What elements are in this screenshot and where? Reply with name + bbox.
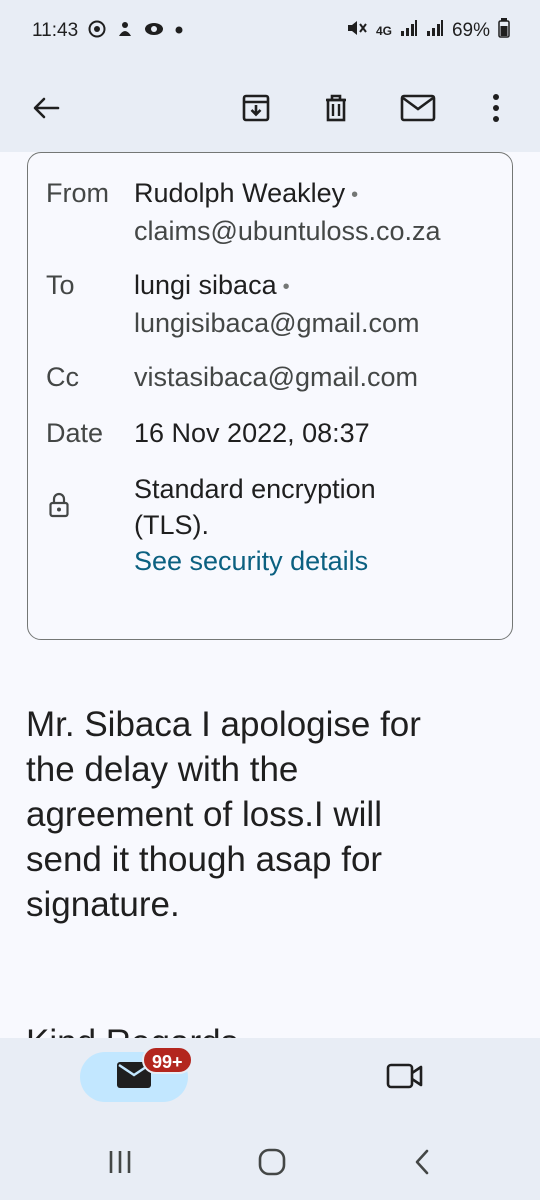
status-left: 11:43 bbox=[32, 20, 184, 43]
game-notification-icon bbox=[144, 21, 164, 42]
message-content: From Rudolph Weakley • claims@ubuntuloss.… bbox=[0, 152, 540, 1038]
signal-1-icon bbox=[400, 19, 418, 43]
home-icon[interactable] bbox=[250, 1142, 294, 1182]
to-label: To bbox=[46, 270, 75, 300]
to-email[interactable]: lungisibaca@gmail.com bbox=[134, 308, 420, 338]
closing-text: Kind Regards bbox=[26, 1020, 238, 1038]
from-value: Rudolph Weakley • claims@ubuntuloss.co.za bbox=[134, 175, 441, 249]
body-line: the delay with the bbox=[26, 750, 299, 789]
archive-icon[interactable] bbox=[228, 80, 284, 136]
system-navigation-bar bbox=[0, 1120, 540, 1200]
date-label: Date bbox=[46, 418, 104, 448]
battery-level: 69% bbox=[451, 20, 490, 41]
trash-icon[interactable] bbox=[308, 80, 364, 136]
arrow-back-icon[interactable] bbox=[18, 80, 74, 136]
app-notification-icon bbox=[116, 20, 134, 43]
video-camera-icon bbox=[386, 1061, 424, 1096]
message-body: Mr. Sibaca I apologise for the delay wit… bbox=[26, 702, 506, 927]
from-row: From Rudolph Weakley • claims@ubuntuloss.… bbox=[46, 175, 502, 247]
more-notifications-dot-icon bbox=[174, 22, 184, 40]
date-value: 16 Nov 2022, 08:37 bbox=[134, 418, 370, 448]
cc-email[interactable]: vistasibaca@gmail.com bbox=[134, 362, 418, 392]
separator-dot: • bbox=[351, 183, 359, 206]
to-value: lungi sibaca • lungisibaca@gmail.com bbox=[134, 267, 420, 341]
encryption-value: Standard encryption (TLS). See security … bbox=[134, 471, 376, 579]
body-line: Mr. Sibaca I apologise for bbox=[26, 705, 421, 744]
to-name[interactable]: lungi sibaca bbox=[134, 270, 277, 300]
message-toolbar bbox=[0, 62, 540, 152]
network-type: 4G bbox=[375, 24, 392, 38]
cc-label: Cc bbox=[46, 362, 79, 392]
encryption-row: Standard encryption (TLS). See security … bbox=[46, 471, 502, 581]
status-time: 11:43 bbox=[32, 20, 79, 41]
mail-icon[interactable] bbox=[390, 80, 446, 136]
unread-count-badge: 99+ bbox=[142, 1046, 193, 1074]
from-label: From bbox=[46, 178, 109, 208]
cc-value: vistasibaca@gmail.com bbox=[134, 359, 418, 395]
body-line: signature. bbox=[26, 885, 180, 924]
encryption-line2: (TLS). bbox=[134, 510, 210, 540]
encryption-line1: Standard encryption bbox=[134, 474, 376, 504]
message-details-card: From Rudolph Weakley • claims@ubuntuloss.… bbox=[27, 152, 513, 640]
signal-2-icon bbox=[426, 19, 444, 43]
chrome-notification-icon bbox=[88, 20, 106, 43]
security-details-link[interactable]: See security details bbox=[134, 546, 368, 576]
date-row: Date 16 Nov 2022, 08:37 bbox=[46, 415, 502, 451]
body-line: send it though asap for bbox=[26, 840, 383, 879]
cc-row: Cc vistasibaca@gmail.com bbox=[46, 359, 502, 395]
battery-icon bbox=[498, 18, 510, 44]
body-line: agreement of loss.I will bbox=[26, 795, 382, 834]
mute-icon bbox=[346, 18, 368, 44]
from-email[interactable]: claims@ubuntuloss.co.za bbox=[134, 216, 441, 246]
back-nav-icon[interactable] bbox=[400, 1142, 444, 1182]
status-right: 4G 69% bbox=[346, 18, 510, 44]
meet-tab[interactable] bbox=[380, 1056, 430, 1100]
recent-apps-icon[interactable] bbox=[98, 1142, 142, 1182]
status-bar: 11:43 4G 69% bbox=[0, 0, 540, 62]
more-vert-icon[interactable] bbox=[468, 80, 524, 136]
to-row: To lungi sibaca • lungisibaca@gmail.com bbox=[46, 267, 502, 339]
lock-icon bbox=[48, 491, 70, 527]
from-name[interactable]: Rudolph Weakley bbox=[134, 178, 345, 208]
separator-dot: • bbox=[282, 275, 290, 298]
bottom-navigation: 99+ bbox=[0, 1038, 540, 1120]
